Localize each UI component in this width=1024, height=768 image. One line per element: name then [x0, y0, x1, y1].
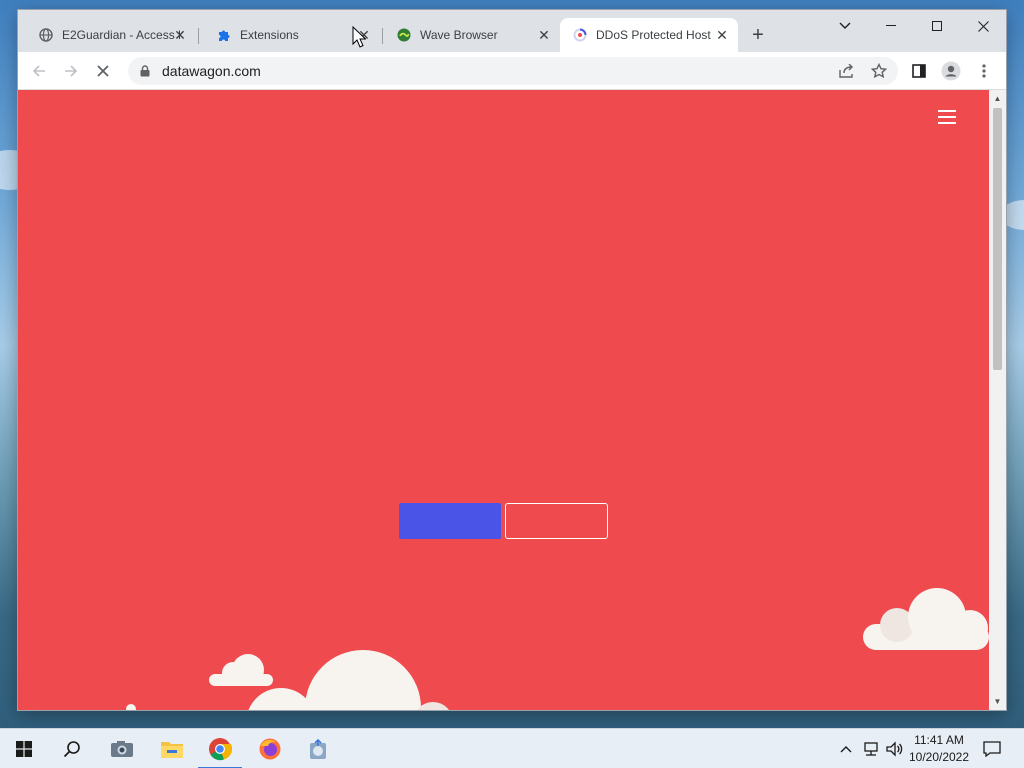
share-icon — [839, 64, 853, 78]
close-tab-icon[interactable]: ✕ — [172, 27, 188, 43]
globe-icon — [38, 27, 54, 43]
volume-button[interactable] — [884, 729, 906, 768]
start-button[interactable] — [0, 729, 48, 768]
tab-divider — [382, 28, 383, 44]
back-button[interactable] — [26, 58, 52, 84]
app-icon — [310, 738, 326, 759]
profile-button[interactable] — [938, 58, 964, 84]
taskbar-firefox[interactable] — [246, 729, 294, 768]
browser-toolbar: datawagon.com — [18, 52, 1006, 90]
close-tab-icon[interactable]: ✕ — [714, 27, 730, 43]
minimize-button[interactable] — [868, 10, 914, 42]
mouse-cursor-icon — [352, 26, 366, 48]
tab-ddos-protected-host[interactable]: DDoS Protected Host ✕ — [560, 18, 738, 52]
lock-icon — [138, 65, 152, 77]
tab-title: Extensions — [240, 28, 299, 42]
primary-cta-button[interactable] — [399, 503, 501, 539]
tab-wave-browser[interactable]: Wave Browser ✕ — [384, 18, 560, 52]
address-bar[interactable]: datawagon.com — [128, 57, 898, 85]
clock-time: 11:41 AM — [914, 733, 964, 747]
side-panel-button[interactable] — [906, 58, 932, 84]
page-viewport — [18, 90, 989, 710]
search-icon — [63, 741, 80, 758]
taskbar-chrome[interactable] — [196, 729, 244, 768]
share-button[interactable] — [834, 58, 860, 84]
loading-icon — [572, 27, 588, 43]
arrow-right-icon — [65, 65, 78, 77]
search-button[interactable] — [48, 729, 96, 768]
clock-date: 10/20/2022 — [908, 750, 970, 764]
maximize-button[interactable] — [914, 10, 960, 42]
url-text: datawagon.com — [162, 63, 261, 79]
arrow-left-icon — [32, 65, 45, 77]
secondary-cta-button[interactable] — [505, 503, 608, 539]
notification-icon — [983, 741, 1001, 757]
minimize-icon — [886, 25, 896, 26]
tab-search-button[interactable] — [822, 10, 868, 42]
windows-logo-icon — [16, 741, 32, 757]
menu-button[interactable] — [971, 58, 997, 84]
taskbar-app[interactable] — [294, 729, 342, 768]
chevron-up-icon — [840, 746, 852, 753]
network-button[interactable] — [860, 729, 882, 768]
system-clock[interactable]: 11:41 AM 10/20/2022 — [904, 732, 974, 766]
bookmark-button[interactable] — [866, 58, 892, 84]
puzzle-icon — [216, 27, 232, 43]
network-icon — [864, 742, 878, 756]
tab-e2guardian[interactable]: E2Guardian - Access D ✕ — [26, 18, 196, 52]
taskbar: 11:41 AM 10/20/2022 — [0, 728, 1024, 768]
scroll-thumb[interactable] — [993, 108, 1002, 370]
scroll-down-arrow-icon[interactable]: ▼ — [993, 697, 1002, 706]
chrome-icon — [209, 738, 232, 761]
show-hidden-icons-button[interactable] — [836, 729, 856, 768]
scroll-up-arrow-icon[interactable]: ▲ — [993, 94, 1002, 103]
tab-title: DDoS Protected Host — [596, 28, 711, 42]
star-icon — [871, 63, 887, 79]
notifications-button[interactable] — [978, 729, 1006, 768]
tab-title: E2Guardian - Access D — [62, 28, 180, 42]
avatar-icon — [941, 61, 961, 81]
browser-window: E2Guardian - Access D ✕ Extensions ✕ Wav… — [18, 10, 1006, 710]
stop-loading-button[interactable] — [90, 58, 116, 84]
close-window-button[interactable] — [960, 10, 1006, 42]
close-icon — [97, 65, 109, 77]
folder-icon — [161, 742, 183, 758]
camera-icon — [111, 741, 133, 757]
forward-button[interactable] — [58, 58, 84, 84]
chevron-down-icon — [839, 22, 851, 29]
close-icon — [977, 20, 989, 32]
tab-divider — [198, 28, 199, 44]
speaker-icon — [886, 741, 903, 757]
close-tab-icon[interactable]: ✕ — [536, 27, 552, 43]
hamburger-menu-icon[interactable] — [938, 110, 956, 124]
taskbar-file-explorer[interactable] — [148, 729, 196, 768]
page-scrollbar[interactable]: ▲ ▼ — [989, 90, 1006, 710]
wave-icon — [396, 27, 412, 43]
maximize-icon — [932, 21, 942, 31]
firefox-icon — [259, 738, 281, 760]
side-panel-icon — [912, 64, 926, 78]
new-tab-button[interactable]: + — [746, 24, 770, 48]
taskbar-camera-app[interactable] — [98, 729, 146, 768]
tab-title: Wave Browser — [420, 28, 498, 42]
tab-strip: E2Guardian - Access D ✕ Extensions ✕ Wav… — [18, 10, 1006, 52]
more-vertical-icon — [982, 64, 986, 78]
